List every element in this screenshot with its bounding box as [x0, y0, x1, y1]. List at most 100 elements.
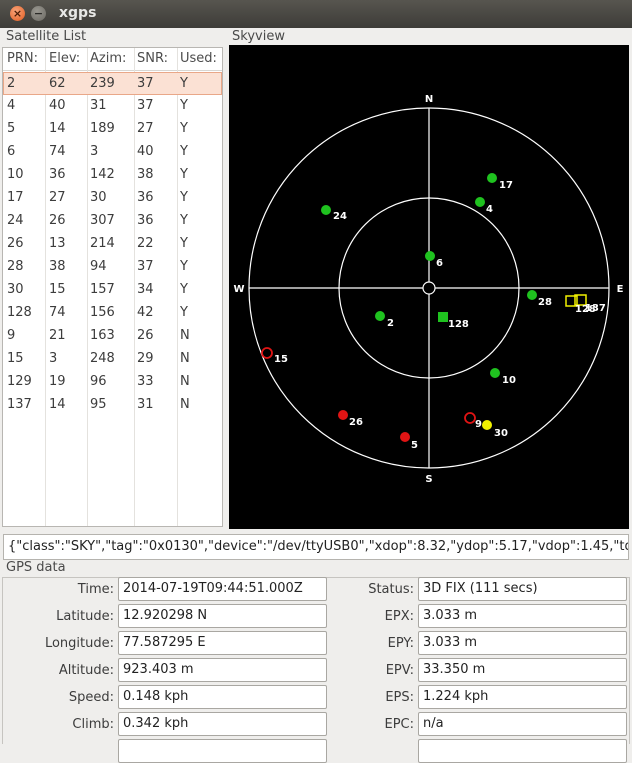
satellite-cell: 29 — [137, 351, 154, 366]
satellite-cell: 307 — [90, 213, 115, 228]
satellite-cell: 31 — [137, 397, 154, 412]
satellite-row[interactable]: 6 74 3 40 Y — [3, 141, 222, 164]
close-window-icon[interactable]: × — [10, 6, 25, 21]
title-bar: × − xgps — [0, 0, 632, 28]
satellite-row[interactable]: 2 62 239 37 Y — [3, 72, 222, 95]
climb-value: 0.342 kph — [118, 712, 327, 736]
satellite-list-header: PRN: Elev: Azim: SNR: Used: — [3, 48, 222, 71]
skyview-canvas: N S W E 24 17 4 6 2 128 28 128 137 15 10… — [229, 45, 629, 529]
satellite-cell: 163 — [90, 328, 115, 343]
satellite-cell: 37 — [137, 76, 154, 91]
satellite-cell: 62 — [49, 76, 66, 91]
satellite-cell: N — [180, 328, 190, 343]
compass-west: W — [233, 284, 244, 295]
satellite-cell: 13 — [49, 236, 66, 251]
header-azim[interactable]: Azim: — [90, 51, 126, 66]
satellite-cell: 14 — [49, 121, 66, 136]
satellite-cell: 21 — [49, 328, 66, 343]
satellite-15-marker — [261, 347, 273, 359]
satellite-cell: 34 — [137, 282, 154, 297]
satellite-cell: 27 — [49, 190, 66, 205]
satellite-row[interactable]: 137 14 95 31 N — [3, 394, 222, 417]
minimize-window-icon[interactable]: − — [31, 6, 46, 21]
satellite-cell: 26 — [49, 213, 66, 228]
satellite-row[interactable]: 17 27 30 36 Y — [3, 187, 222, 210]
satellite-15-label: 15 — [274, 354, 288, 365]
satellite-cell: 74 — [49, 305, 66, 320]
satellite-cell: 94 — [90, 259, 107, 274]
epy-value: 3.033 m — [418, 631, 627, 655]
satellite-cell: Y — [180, 144, 188, 159]
satellite-row[interactable]: 26 13 214 22 Y — [3, 233, 222, 256]
satellite-cell: N — [180, 351, 190, 366]
satellite-cell: 26 — [137, 328, 154, 343]
satellite-137-label: 137 — [585, 303, 606, 314]
satellite-row[interactable]: 30 15 157 34 Y — [3, 279, 222, 302]
satellite-4-marker — [475, 197, 485, 207]
satellite-cell: Y — [180, 190, 188, 205]
header-used[interactable]: Used: — [180, 51, 217, 66]
satellite-cell: 15 — [49, 282, 66, 297]
latitude-value: 12.920298 N — [118, 604, 327, 628]
satellite-cell: Y — [180, 121, 188, 136]
satellite-cell: 40 — [49, 98, 66, 113]
longitude-value: 77.587295 E — [118, 631, 327, 655]
eps-value: 1.224 kph — [418, 685, 627, 709]
satellite-row[interactable]: 4 40 31 37 Y — [3, 95, 222, 118]
speed-label: Speed: — [68, 690, 114, 705]
header-prn[interactable]: PRN: — [7, 51, 38, 66]
satellite-cell: 157 — [90, 282, 115, 297]
satellite-cell: 5 — [7, 121, 16, 136]
gps-data-title: GPS data — [6, 560, 66, 575]
satellite-cell: 6 — [7, 144, 16, 159]
satellite-cell: 36 — [137, 190, 154, 205]
header-snr[interactable]: SNR: — [137, 51, 168, 66]
satellite-2-marker — [375, 311, 385, 321]
satellite-cell: 42 — [137, 305, 154, 320]
satellite-cell: 24 — [7, 213, 24, 228]
satellite-row[interactable]: 28 38 94 37 Y — [3, 256, 222, 279]
satellite-28-label: 28 — [538, 297, 552, 308]
header-elev[interactable]: Elev: — [49, 51, 80, 66]
satellite-row[interactable]: 10 36 142 38 Y — [3, 164, 222, 187]
satellite-17-label: 17 — [499, 180, 513, 191]
satellite-10-marker — [490, 368, 500, 378]
satellite-row[interactable]: 129 19 96 33 N — [3, 371, 222, 394]
longitude-label: Longitude: — [44, 636, 114, 651]
satellite-row[interactable]: 15 3 248 29 N — [3, 348, 222, 371]
satellite-cell: Y — [180, 282, 188, 297]
satellite-cell: 156 — [90, 305, 115, 320]
satellite-cell: 38 — [49, 259, 66, 274]
satellite-4-label: 4 — [486, 204, 493, 215]
satellite-row[interactable]: 9 21 163 26 N — [3, 325, 222, 348]
satellite-cell: 2 — [7, 76, 16, 91]
window-title: xgps — [59, 5, 97, 21]
satellite-cell: Y — [180, 98, 188, 113]
satellite-cell: 248 — [90, 351, 115, 366]
gpsd-json-output[interactable]: {"class":"SKY","tag":"0x0130","device":"… — [3, 534, 629, 560]
compass-east: E — [617, 284, 624, 295]
satellite-cell: 9 — [7, 328, 16, 343]
satellite-row[interactable]: 128 74 156 42 Y — [3, 302, 222, 325]
satellite-cell: 38 — [137, 167, 154, 182]
satellite-cell: 37 — [137, 259, 154, 274]
altitude-label: Altitude: — [58, 663, 114, 678]
satellite-cell: 36 — [137, 213, 154, 228]
satellite-cell: 96 — [90, 374, 107, 389]
satellite-cell: 15 — [7, 351, 24, 366]
satellite-row[interactable]: 24 26 307 36 Y — [3, 210, 222, 233]
skyview-title: Skyview — [232, 29, 285, 44]
satellite-row[interactable]: 5 14 189 27 Y — [3, 118, 222, 141]
status-value: 3D FIX (111 secs) — [418, 577, 627, 601]
satellite-list-table[interactable]: PRN: Elev: Azim: SNR: Used: 2 62 239 37 Y 4 40… — [2, 47, 223, 527]
satellite-2-label: 2 — [387, 318, 394, 329]
satellite-cell: 31 — [90, 98, 107, 113]
satellite-cell: 36 — [49, 167, 66, 182]
satellite-10-label: 10 — [502, 375, 516, 386]
satellite-cell: 74 — [49, 144, 66, 159]
satellite-24-label: 24 — [333, 211, 347, 222]
satellite-30-marker — [482, 420, 492, 430]
satellite-cell: 239 — [90, 76, 115, 91]
satellite-cell: Y — [180, 305, 188, 320]
satellite-cell: 40 — [137, 144, 154, 159]
